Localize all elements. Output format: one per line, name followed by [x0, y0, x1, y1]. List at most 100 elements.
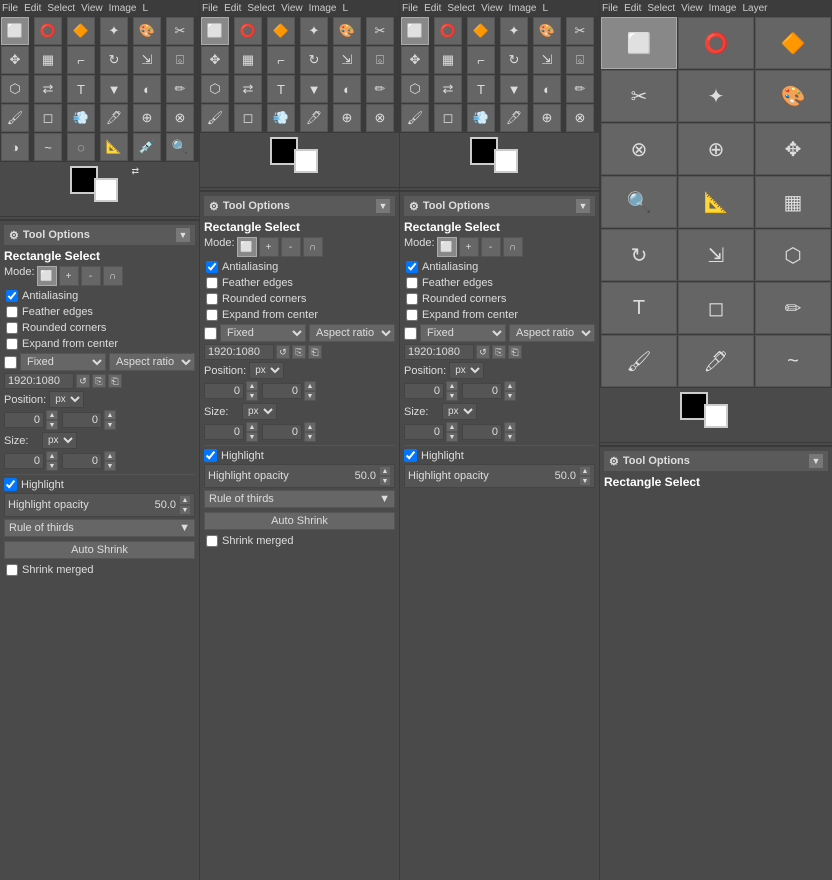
fixed-dropdown-2[interactable]: Fixed	[220, 324, 306, 342]
flip-icon-2[interactable]: ⇄	[234, 75, 262, 103]
scissors-large[interactable]: ✂	[601, 70, 677, 122]
resolution-copy-3[interactable]: ⎘	[492, 345, 506, 359]
menu-file-4[interactable]: File	[602, 3, 618, 14]
resolution-reset-1[interactable]: ↺	[76, 374, 90, 388]
mode-subtract-1[interactable]: -	[81, 266, 101, 286]
antialiasing-check-1[interactable]	[6, 290, 18, 302]
align-icon-3[interactable]: ▦	[434, 46, 462, 74]
perspective-icon-2[interactable]: ⬡	[201, 75, 229, 103]
convolve-icon[interactable]: ◌	[67, 133, 95, 161]
scale-large[interactable]: ⇲	[678, 229, 754, 281]
airbrush-icon-2[interactable]: 💨	[267, 104, 295, 132]
color-select-icon-3[interactable]: 🎨	[533, 17, 561, 45]
scissors-select-icon[interactable]: ✂	[166, 17, 194, 45]
pos-x-3[interactable]	[404, 383, 444, 399]
menu-edit-1[interactable]: Edit	[24, 3, 41, 14]
rotate-icon-2[interactable]: ↻	[300, 46, 328, 74]
rule-of-thirds-dropdown-1[interactable]: Rule of thirds ▼	[4, 519, 195, 537]
perspective-icon[interactable]: ⬡	[1, 75, 29, 103]
menu-file-2[interactable]: File	[202, 3, 218, 14]
scale-icon[interactable]: ⇲	[133, 46, 161, 74]
crop-icon-2[interactable]: ⌐	[267, 46, 295, 74]
zoom-large[interactable]: 🔍	[601, 176, 677, 228]
free-select-icon[interactable]: 🔶	[67, 17, 95, 45]
flip-icon[interactable]: ⇄	[34, 75, 62, 103]
blend-icon[interactable]: ◐	[133, 75, 161, 103]
scale-icon-3[interactable]: ⇲	[533, 46, 561, 74]
menu-l-3[interactable]: L	[542, 3, 548, 14]
brush-icon-2[interactable]: 🖌	[201, 104, 229, 132]
pencil-icon-3[interactable]: ✏	[566, 75, 594, 103]
menu-image-4[interactable]: Image	[709, 3, 737, 14]
opacity-up-1[interactable]: ▲	[179, 495, 191, 505]
menu-view-3[interactable]: View	[481, 3, 503, 14]
resolution-paste-2[interactable]: ⎗	[308, 345, 322, 359]
mode-intersect-2[interactable]: ∩	[303, 237, 323, 257]
menu-select-3[interactable]: Select	[447, 3, 475, 14]
tool-options-header-2[interactable]: ⚙ Tool Options ▼	[204, 196, 395, 216]
eraser-icon[interactable]: ◻	[34, 104, 62, 132]
smudge-large[interactable]: ~	[755, 335, 831, 387]
py-up-2[interactable]: ▲	[304, 381, 316, 391]
fixed-check-3[interactable]	[404, 327, 417, 340]
aspect-ratio-dropdown-1[interactable]: Aspect ratio	[109, 353, 195, 371]
sx-up-3[interactable]: ▲	[446, 422, 458, 432]
clone-icon-2[interactable]: ⊕	[333, 104, 361, 132]
size-y-3[interactable]	[462, 424, 502, 440]
paintbrush-icon[interactable]: 🖌	[1, 104, 29, 132]
ellipse-sel-large[interactable]: ⭕	[678, 17, 754, 69]
menu-l-1[interactable]: L	[142, 3, 148, 14]
pencil-icon-2[interactable]: ✏	[366, 75, 394, 103]
move-large[interactable]: ✥	[755, 123, 831, 175]
airbrush-icon[interactable]: 💨	[67, 104, 95, 132]
fixed-check-1[interactable]	[4, 356, 17, 369]
bucket-icon-3[interactable]: ▼	[500, 75, 528, 103]
size-unit-1[interactable]: px	[42, 432, 77, 449]
size-x-input-1[interactable]	[4, 453, 44, 469]
collapse-btn-2[interactable]: ▼	[376, 199, 390, 213]
dodge-burn-icon[interactable]: ◑	[1, 133, 29, 161]
menu-edit-3[interactable]: Edit	[424, 3, 441, 14]
sx-up-2[interactable]: ▲	[246, 422, 258, 432]
size-y-2[interactable]	[262, 424, 302, 440]
perspective-large[interactable]: ⬡	[755, 229, 831, 281]
size-x-3[interactable]	[404, 424, 444, 440]
ellipse-select-icon[interactable]: ⭕	[34, 17, 62, 45]
sx-down-3[interactable]: ▼	[446, 432, 458, 442]
scissors-icon-2[interactable]: ✂	[366, 17, 394, 45]
collapse-btn-4[interactable]: ▼	[809, 454, 823, 468]
opa-up-3[interactable]: ▲	[579, 466, 591, 476]
resolution-input-3[interactable]	[404, 344, 474, 360]
mode-add-3[interactable]: +	[459, 237, 479, 257]
text-icon[interactable]: T	[67, 75, 95, 103]
auto-shrink-btn-2[interactable]: Auto Shrink	[204, 512, 395, 530]
crop-icon[interactable]: ⌐	[67, 46, 95, 74]
highlight-check-1[interactable]	[4, 478, 17, 491]
auto-shrink-btn-1[interactable]: Auto Shrink	[4, 541, 195, 559]
opa-down-3[interactable]: ▼	[579, 476, 591, 486]
menu-edit-2[interactable]: Edit	[224, 3, 241, 14]
feather-check-1[interactable]	[6, 306, 18, 318]
clone-large[interactable]: ⊕	[678, 123, 754, 175]
sy-up-3[interactable]: ▲	[504, 422, 516, 432]
sy-down-2[interactable]: ▼	[304, 432, 316, 442]
lasso-sel-large[interactable]: 🔶	[755, 17, 831, 69]
py-down-3[interactable]: ▼	[504, 391, 516, 401]
rotate-icon-3[interactable]: ↻	[500, 46, 528, 74]
rounded-check-2[interactable]	[206, 293, 218, 305]
pencil-icon[interactable]: ✏	[166, 75, 194, 103]
pos-x-input-1[interactable]	[4, 412, 44, 428]
rect-select-icon-3[interactable]: ⬜	[401, 17, 429, 45]
align-icon[interactable]: ▦	[34, 46, 62, 74]
menu-view-2[interactable]: View	[281, 3, 303, 14]
fuzzy-select-icon-2[interactable]: ✦	[300, 17, 328, 45]
size-x-down-1[interactable]: ▼	[46, 461, 58, 471]
ink-icon[interactable]: 🖊	[100, 104, 128, 132]
bucket-icon-2[interactable]: ▼	[300, 75, 328, 103]
ink-icon-3[interactable]: 🖊	[500, 104, 528, 132]
align-icon-2[interactable]: ▦	[234, 46, 262, 74]
sy-up-2[interactable]: ▲	[304, 422, 316, 432]
smudge-icon[interactable]: ~	[34, 133, 62, 161]
color-picker-icon[interactable]: 💉	[133, 133, 161, 161]
pos-unit-1[interactable]: px	[49, 391, 84, 408]
